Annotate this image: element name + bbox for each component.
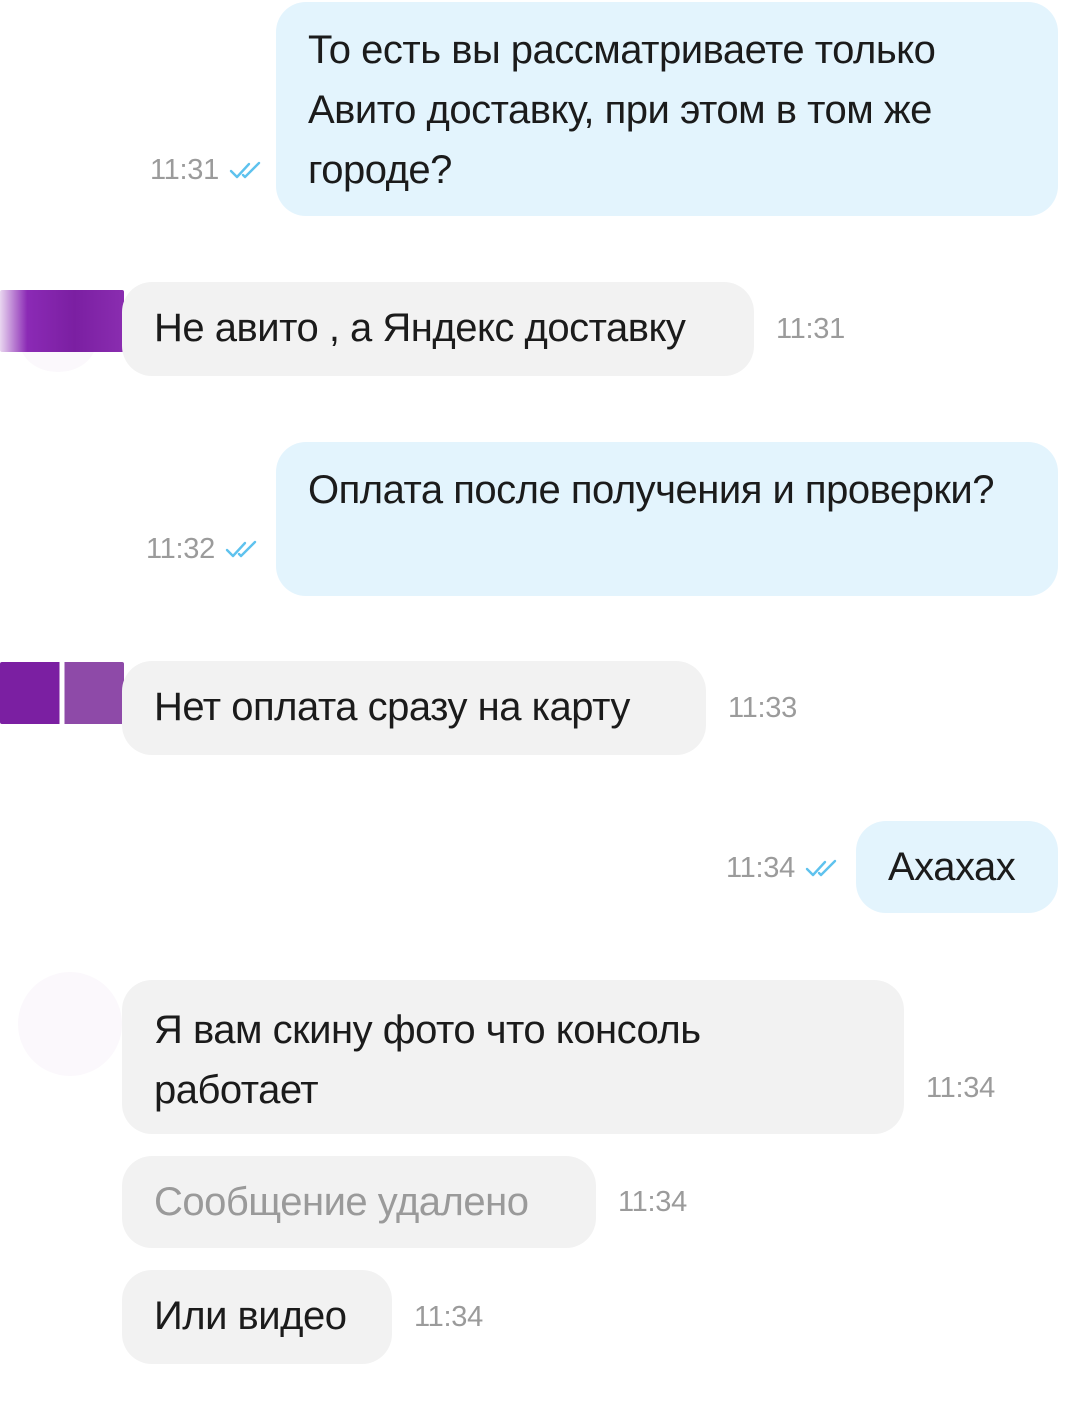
message-time: 11:31 [776, 311, 845, 347]
message-text: Оплата после получения и проверки? [308, 468, 994, 512]
message-text: Ахахах [888, 845, 1016, 889]
time-label: 11:34 [926, 1072, 995, 1104]
time-label: 11:31 [776, 313, 845, 345]
outgoing-message-bubble[interactable]: Оплата после получения и проверки? [276, 442, 1058, 596]
deleted-message-text: Сообщение удалено [154, 1180, 529, 1224]
outgoing-message-bubble[interactable]: Ахахах [856, 821, 1058, 913]
incoming-message-bubble[interactable]: Нет оплата сразу на карту [122, 661, 706, 755]
message-text: То есть вы рассматриваете только Авито д… [308, 28, 936, 192]
message-time: 11:34 [618, 1184, 687, 1220]
message-time: 11:34 [414, 1299, 483, 1335]
time-label: 11:34 [726, 852, 795, 884]
avatar [0, 662, 124, 724]
double-check-icon [225, 540, 257, 558]
message-text: Не авито , а Яндекс доставку [154, 306, 686, 350]
message-text: Или видео [154, 1294, 347, 1338]
incoming-message-bubble[interactable]: Или видео [122, 1270, 392, 1364]
message-time: 11:33 [728, 690, 797, 726]
deleted-message-bubble[interactable]: Сообщение удалено [122, 1156, 596, 1248]
time-label: 11:34 [618, 1186, 687, 1218]
time-label: 11:34 [414, 1301, 483, 1333]
message-time: 11:34 [926, 1070, 995, 1106]
message-text: Нет оплата сразу на карту [154, 685, 630, 729]
message-time: 11:34 [726, 850, 841, 886]
avatar [0, 290, 124, 352]
outgoing-message-bubble[interactable]: То есть вы рассматриваете только Авито д… [276, 2, 1058, 216]
double-check-icon [229, 161, 261, 179]
time-label: 11:32 [146, 533, 215, 565]
message-time: 11:32 [146, 531, 261, 567]
message-time: 11:31 [150, 152, 265, 188]
message-text: Я вам скину фото что консоль работает [154, 1008, 701, 1112]
time-label: 11:33 [728, 692, 797, 724]
incoming-message-bubble[interactable]: Я вам скину фото что консоль работает [122, 980, 904, 1134]
time-label: 11:31 [150, 154, 219, 186]
double-check-icon [805, 859, 837, 877]
avatar-placeholder [18, 972, 122, 1076]
incoming-message-bubble[interactable]: Не авито , а Яндекс доставку [122, 282, 754, 376]
